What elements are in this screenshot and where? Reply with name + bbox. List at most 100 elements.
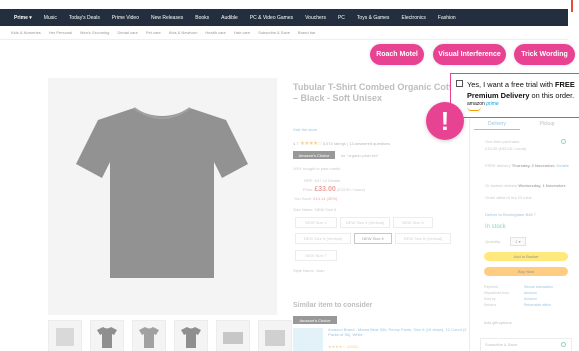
- style-name-row: Style Name: Joan: [293, 268, 325, 273]
- quantity-select[interactable]: 1 ▾: [510, 237, 526, 246]
- nav-item[interactable]: PC & Video Games: [250, 15, 293, 21]
- product-page: Prime ▾ Music Today's Deals Prime Video New …: [0, 0, 579, 351]
- product-main-image[interactable]: [48, 78, 277, 315]
- rrp-value: £47.14 Details: [314, 178, 341, 183]
- price-row: Price: £33.00 (£33.00 / count): [303, 186, 365, 193]
- subnav-item[interactable]: Men's Grooming: [80, 30, 109, 35]
- buy-box: [469, 117, 576, 351]
- fastest-delivery-row: Or fastest delivery Wednesday, 1 Novembe…: [485, 183, 566, 188]
- nav-item[interactable]: Fashion: [438, 15, 456, 21]
- free-delivery-label: FREE delivery: [485, 163, 511, 168]
- bought-count: 100+ bought in past month: [293, 166, 341, 171]
- thumbnail[interactable]: [258, 320, 292, 351]
- deliver-to-link[interactable]: Deliver to Birmingham B48 7: [485, 212, 536, 217]
- nav-item[interactable]: Today's Deals: [69, 15, 100, 21]
- rating-value: 4.7: [293, 141, 299, 146]
- price-label: Price:: [303, 187, 314, 192]
- nav-item[interactable]: Audible: [221, 15, 238, 21]
- pattern-label-trick-wording[interactable]: Trick Wording: [514, 44, 575, 65]
- fastest-delivery-date: Wednesday, 1 November.: [518, 183, 567, 188]
- pattern-label-roach-motel[interactable]: Roach Motel: [370, 44, 424, 65]
- scrollbar-marker: [568, 0, 579, 12]
- size-option-selected[interactable]: NEW Size 6: [354, 233, 392, 244]
- subnav-item[interactable]: Health care: [205, 30, 225, 35]
- style-name-label: Style Name:: [293, 268, 315, 273]
- tab-pickup[interactable]: Pickup: [522, 121, 572, 127]
- thumbnail-strip: [48, 320, 292, 351]
- nav-item[interactable]: Toys & Games: [357, 15, 390, 21]
- prime-smile-icon: [467, 107, 481, 111]
- subscribe-radio[interactable]: [561, 342, 566, 347]
- similar-item-title-link[interactable]: Amazon Brand - Mama Bear Silk, Peony Pan…: [328, 327, 468, 337]
- one-time-radio[interactable]: [561, 139, 566, 144]
- tab-underline: [474, 129, 520, 130]
- size-option[interactable]: NEW Size 5: [393, 217, 433, 228]
- savings-value: £14.14 (30%): [313, 196, 338, 201]
- badge-keyword: for "organic plain tee": [341, 153, 379, 158]
- pattern-label-visual-interference[interactable]: Visual Interference: [433, 44, 506, 65]
- add-to-basket-button[interactable]: Add to Basket: [484, 252, 568, 261]
- gift-options-checkbox[interactable]: Add gift options: [484, 320, 512, 325]
- size-option[interactable]: NEW Size 6 (Vertical): [395, 233, 451, 244]
- one-time-price: £33.00 (£33.00 / count): [485, 146, 527, 151]
- thumbnail[interactable]: [132, 320, 166, 351]
- rating-row: 4.7 ★★★★☆ 5,074 ratings | 13 answered qu…: [293, 141, 391, 147]
- similar-badge: Amazon's Choice: [293, 316, 337, 324]
- order-within: Order within 6 hrs 23 mins.: [485, 195, 533, 200]
- similar-item-stars: ★★★★☆ (8552): [328, 344, 359, 349]
- rrp-row: RRP: £47.14 Details: [304, 178, 340, 183]
- size-option[interactable]: NEW Size 5 (Vertical): [295, 233, 351, 244]
- subnav-item[interactable]: Kids & Nurseries: [11, 30, 41, 35]
- price-value: £33.00: [314, 186, 336, 193]
- stock-status: In stock: [485, 224, 506, 230]
- size-option[interactable]: NEW Size 4: [295, 217, 337, 228]
- quantity-label: Quantity:: [485, 239, 502, 244]
- savings-label: You Save:: [294, 196, 313, 201]
- visit-store-link[interactable]: Visit the store: [293, 127, 317, 132]
- thumbnail[interactable]: [48, 320, 82, 351]
- prime-trial-text: Yes, I want a free trial with FREE Premi…: [467, 80, 575, 100]
- subnav-item[interactable]: Kids & Newborn: [169, 30, 198, 35]
- size-option[interactable]: NEW Size 4 (Vertical): [340, 217, 390, 228]
- nav-item[interactable]: Vouchers: [305, 15, 326, 21]
- dispatch-info: Payment Secure transaction Dispatches fro…: [484, 284, 570, 308]
- size-option[interactable]: NEW Size 7: [295, 250, 337, 261]
- subnav-item[interactable]: Subscribe & Save: [258, 30, 290, 35]
- amazons-choice-badge: Amazon's Choice: [293, 151, 335, 159]
- delivery-details-link[interactable]: Details: [557, 163, 569, 168]
- nav-item[interactable]: PC: [338, 15, 345, 21]
- warning-exclamation-icon[interactable]: !: [426, 102, 464, 140]
- nav-item[interactable]: Books: [195, 15, 209, 21]
- tab-delivery[interactable]: Delivery: [474, 121, 520, 127]
- subnav-item[interactable]: Hair care: [234, 30, 250, 35]
- nav-item[interactable]: Prime Video: [112, 15, 139, 21]
- subnav-item[interactable]: Brand bar: [298, 30, 316, 35]
- subscribe-save-label[interactable]: Subscribe & Save:: [485, 342, 518, 347]
- subnav-item[interactable]: Her Personal: [49, 30, 72, 35]
- thumbnail[interactable]: [90, 320, 124, 351]
- size-name-label: Size Name:: [293, 207, 314, 212]
- one-time-purchase-label: One-time purchase:: [485, 139, 521, 144]
- thumbnail[interactable]: [174, 320, 208, 351]
- tshirt-image: [76, 107, 248, 278]
- answered-questions-link[interactable]: 13 answered questions: [349, 141, 390, 146]
- buy-now-button[interactable]: Buy Now: [484, 267, 568, 276]
- savings-row: You Save: £14.14 (30%): [294, 196, 337, 201]
- nav-item[interactable]: Music: [44, 15, 57, 21]
- size-name-row: Size Name: NEW Size 6: [293, 207, 336, 212]
- prime-trial-checkbox[interactable]: [456, 80, 463, 87]
- nav-item[interactable]: New Releases: [151, 15, 183, 21]
- nav-item[interactable]: Electronics: [401, 15, 425, 21]
- star-rating-icon[interactable]: ★★★★☆: [300, 141, 323, 147]
- nav-item[interactable]: Prime ▾: [14, 15, 32, 21]
- similar-item-image[interactable]: [293, 328, 323, 351]
- subnav-item[interactable]: Pet care: [146, 30, 161, 35]
- subnav-item[interactable]: Dental care: [117, 30, 137, 35]
- ratings-count-link[interactable]: 5,074 ratings: [323, 141, 346, 146]
- similar-items-heading: Similar item to consider: [293, 302, 373, 309]
- dispatch-row: Returns Returnable within: [484, 303, 552, 307]
- sub-nav-bar: Kids & Nurseries Her Personal Men's Groomi…: [0, 26, 568, 40]
- thumbnail[interactable]: [216, 320, 250, 351]
- rrp-label: RRP:: [304, 178, 314, 183]
- size-name-value: NEW Size 6: [314, 207, 337, 212]
